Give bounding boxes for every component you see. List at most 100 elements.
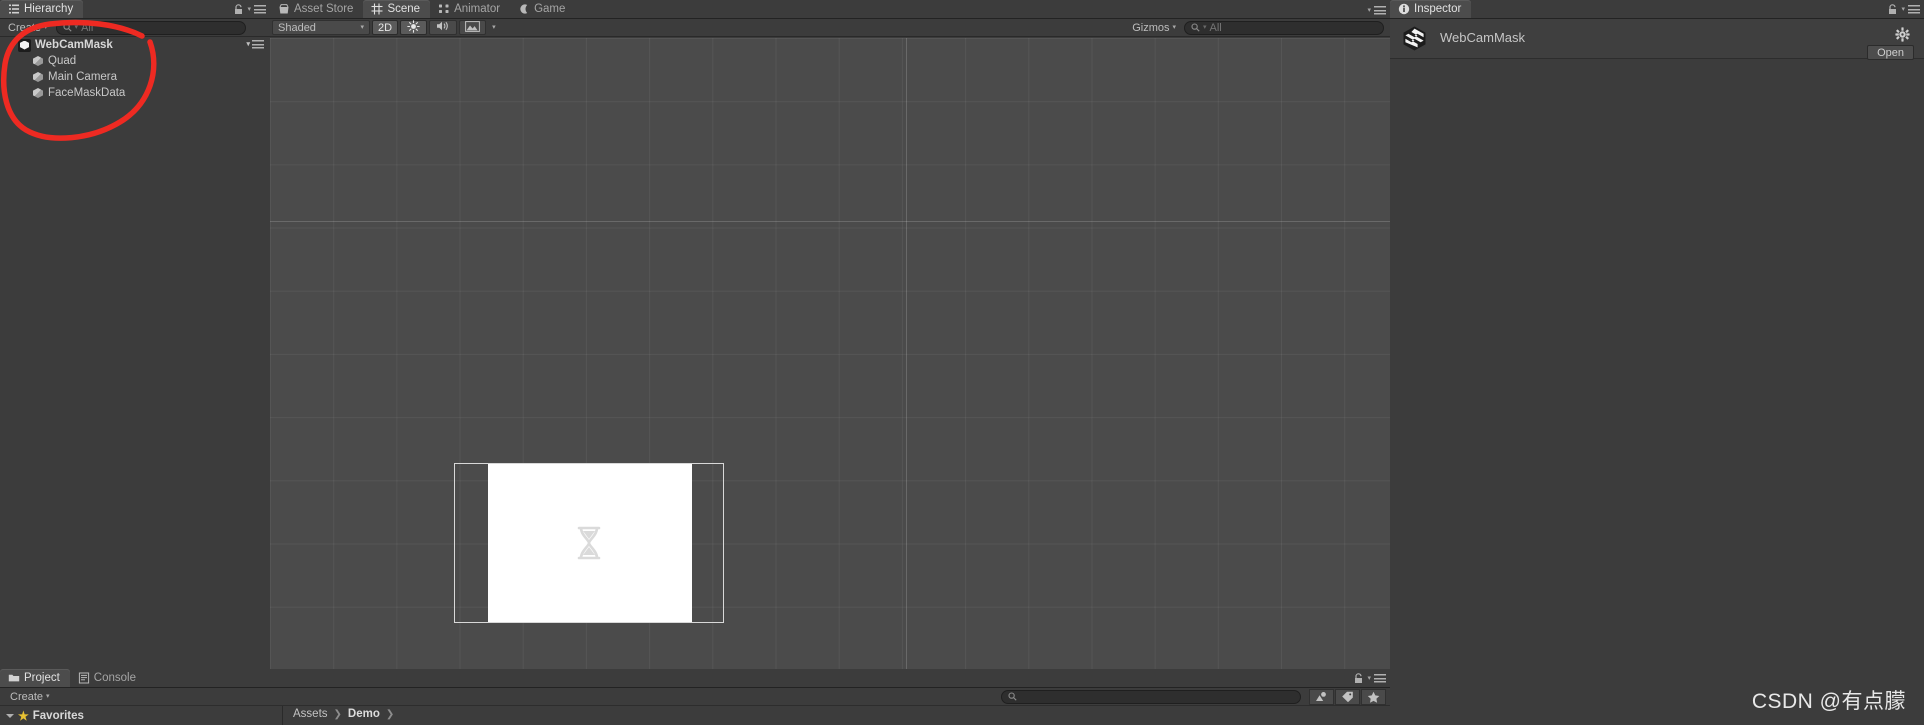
- draw-mode-dropdown[interactable]: Shaded ▾: [272, 20, 370, 35]
- panel-menu-icon[interactable]: [254, 5, 266, 14]
- filter-by-label-icon[interactable]: [1335, 688, 1360, 705]
- chevron-down-icon: ▾: [44, 24, 48, 31]
- scene-grid-icon: [371, 3, 383, 15]
- hierarchy-item-webcammask[interactable]: WebCamMask ▾: [0, 37, 270, 53]
- hierarchy-item-quad[interactable]: Quad: [0, 53, 270, 69]
- hierarchy-panel: Hierarchy ▾ Create ▾ ▾ All WebCamMask ▾ …: [0, 0, 270, 669]
- draw-mode-label: Shaded: [278, 21, 316, 34]
- hierarchy-search-placeholder: All: [81, 21, 94, 34]
- unity-prefab-icon: [18, 38, 31, 52]
- lighting-toggle-button[interactable]: [400, 19, 428, 36]
- panel-menu-caret-icon[interactable]: ▾: [1367, 7, 1371, 14]
- hierarchy-item-main-camera[interactable]: Main Camera: [0, 69, 270, 85]
- project-create-button[interactable]: Create ▾: [4, 689, 56, 704]
- info-icon: [1398, 3, 1410, 15]
- scene-quad-object[interactable]: [454, 463, 724, 623]
- image-effects-icon: [465, 20, 480, 35]
- chevron-down-icon: ▾: [1172, 24, 1176, 31]
- hierarchy-tab-controls: ▾: [233, 4, 266, 15]
- search-filter-caret-icon[interactable]: ▾: [75, 24, 79, 31]
- tab-asset-store[interactable]: Asset Store: [270, 0, 363, 18]
- folder-icon: [8, 672, 20, 684]
- image-effects-button[interactable]: [459, 20, 487, 35]
- project-create-label: Create: [10, 690, 44, 703]
- tab-hierarchy-label: Hierarchy: [24, 3, 74, 15]
- lock-icon[interactable]: [1353, 673, 1364, 684]
- hierarchy-row-menu[interactable]: ▾: [246, 40, 264, 49]
- hierarchy-item-label: Quad: [48, 55, 77, 67]
- gameobject-cube-icon: [32, 71, 44, 83]
- image-effects-dropdown[interactable]: ▾: [488, 20, 500, 35]
- hierarchy-item-facemaskdata[interactable]: FaceMaskData: [0, 85, 270, 101]
- scene-panel: Asset Store Scene Animator Game ▾ Shaded…: [270, 0, 1390, 669]
- gizmos-dropdown[interactable]: Gizmos ▾: [1126, 20, 1182, 35]
- lock-icon[interactable]: [233, 4, 244, 15]
- open-prefab-button[interactable]: Open: [1867, 45, 1914, 60]
- scene-horizontal-axis: [270, 221, 1390, 222]
- project-tree-label: Favorites: [32, 710, 84, 722]
- search-icon: [62, 23, 72, 32]
- breadcrumb[interactable]: Assets ❯ Demo ❯: [283, 708, 1390, 720]
- project-breadcrumb-pane: Assets ❯ Demo ❯: [283, 706, 1390, 725]
- panel-menu-icon[interactable]: [1374, 6, 1386, 15]
- project-content: ★ Favorites All Materials Assets ❯ Demo …: [0, 706, 1390, 725]
- hourglass-gizmo-icon: [577, 526, 601, 560]
- breadcrumb-separator-icon: ❯: [333, 708, 342, 720]
- hierarchy-create-button[interactable]: Create ▾: [2, 20, 54, 35]
- breadcrumb-item-demo[interactable]: Demo: [348, 708, 380, 720]
- project-tab-controls: ▾: [1353, 673, 1386, 684]
- asset-store-icon: [278, 3, 290, 15]
- filter-by-type-icon[interactable]: [1309, 688, 1334, 705]
- panel-menu-caret-icon[interactable]: ▾: [1367, 675, 1371, 682]
- hierarchy-item-label: WebCamMask: [35, 39, 113, 51]
- tab-inspector[interactable]: Inspector: [1390, 0, 1472, 18]
- scene-toolbar: Shaded ▾ 2D ▾ Gizmos ▾ ▾ All: [270, 19, 1390, 37]
- tab-animator[interactable]: Animator: [430, 0, 510, 18]
- breadcrumb-item-assets[interactable]: Assets: [293, 708, 328, 720]
- audio-toggle-icon: [436, 20, 450, 35]
- hierarchy-icon: [8, 3, 20, 15]
- open-button-label: Open: [1877, 46, 1904, 59]
- project-search-input[interactable]: [1001, 689, 1301, 704]
- chevron-down-icon: ▾: [246, 41, 250, 48]
- scene-viewport[interactable]: [270, 38, 1390, 669]
- panel-menu-icon[interactable]: [1374, 674, 1386, 683]
- tab-project[interactable]: Project: [0, 669, 70, 687]
- search-icon: [1008, 692, 1017, 701]
- audio-toggle-button[interactable]: [429, 20, 458, 35]
- project-tree-pane[interactable]: ★ Favorites All Materials: [0, 706, 283, 725]
- tab-scene[interactable]: Scene: [363, 0, 431, 18]
- toggle-2d-label: 2D: [378, 21, 393, 34]
- hierarchy-item-label: FaceMaskData: [48, 87, 126, 99]
- star-icon: ★: [18, 709, 29, 723]
- scene-search-input[interactable]: ▾ All: [1184, 20, 1384, 35]
- hierarchy-tabbar: Hierarchy ▾: [0, 0, 270, 19]
- chevron-down-icon[interactable]: [6, 714, 14, 718]
- favorites-star-icon[interactable]: [1361, 688, 1386, 705]
- tab-hierarchy[interactable]: Hierarchy: [0, 0, 84, 18]
- tab-game[interactable]: Game: [510, 0, 575, 18]
- hierarchy-tree[interactable]: WebCamMask ▾ Quad Main Camera FaceMaskDa…: [0, 37, 270, 669]
- tab-inspector-label: Inspector: [1414, 3, 1462, 15]
- console-icon: [78, 672, 90, 684]
- panel-menu-icon[interactable]: [1908, 5, 1920, 14]
- project-tree-item-favorites[interactable]: ★ Favorites: [0, 708, 282, 724]
- project-toolbar: Create ▾: [0, 688, 1390, 706]
- search-filter-caret-icon[interactable]: ▾: [1203, 24, 1207, 31]
- project-panel: Project Console ▾ Create ▾ ★ Favorites A…: [0, 669, 1390, 725]
- tab-console[interactable]: Console: [70, 669, 146, 687]
- sun-lighting-icon: [407, 19, 420, 36]
- chevron-down-icon: ▾: [46, 693, 50, 700]
- hierarchy-search-input[interactable]: ▾ All: [55, 20, 246, 35]
- panel-menu-caret-icon[interactable]: ▾: [1901, 6, 1905, 13]
- scene-tabbar: Asset Store Scene Animator Game ▾: [270, 0, 1390, 19]
- lock-icon[interactable]: [1887, 4, 1898, 15]
- unity-prefab-logo: [1401, 25, 1428, 52]
- inspector-tabbar: Inspector ▾: [1390, 0, 1924, 19]
- panel-menu-caret-icon[interactable]: ▾: [247, 6, 251, 13]
- search-icon: [1191, 23, 1200, 32]
- gear-icon[interactable]: [1895, 27, 1910, 42]
- tab-project-label: Project: [24, 672, 60, 684]
- toggle-2d-button[interactable]: 2D: [372, 20, 399, 35]
- scene-tab-controls: ▾: [1367, 6, 1386, 15]
